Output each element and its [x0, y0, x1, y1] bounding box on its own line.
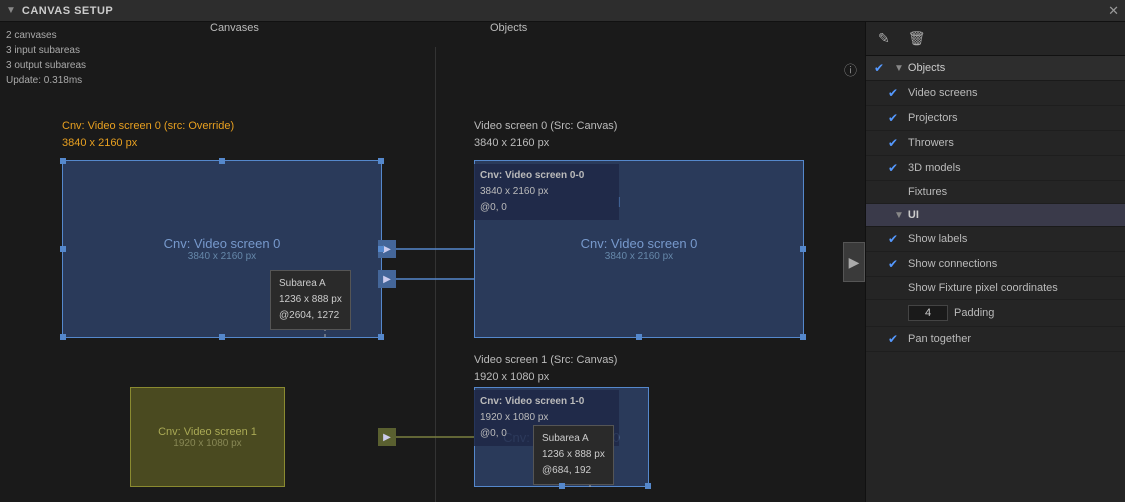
obj-video1-label: Video screen 1 (Src: Canvas) 1920 x 1080… — [474, 352, 617, 385]
stat-canvases: 2 canvases — [6, 28, 86, 43]
delete-icon-btn[interactable]: 🗑 — [904, 28, 930, 49]
obj1-resize-bc[interactable] — [559, 483, 565, 489]
subarea-pos-right: @684, 192 — [542, 463, 605, 479]
obj1-resize-br[interactable] — [645, 483, 651, 489]
3d-models-label: 3D models — [908, 162, 961, 174]
resize-handle-tc[interactable] — [219, 158, 225, 164]
3d-models-check: ✔ — [888, 161, 902, 175]
subarea-pos-left: @2604, 1272 — [279, 308, 342, 324]
padding-label: Padding — [954, 307, 994, 319]
ui-chevron-icon: ▼ — [894, 210, 904, 221]
titlebar: ▼ CANVAS SETUP ✕ — [0, 0, 1125, 22]
fixtures-label: Fixtures — [908, 186, 947, 198]
panel-divider — [435, 47, 436, 502]
stat-output: 3 output subareas — [6, 58, 86, 73]
resize-handle-ml[interactable] — [60, 246, 66, 252]
sidebar-item-projectors[interactable]: ✔ Projectors — [866, 106, 1125, 131]
arrow-right-0b: ▶ — [378, 270, 396, 288]
stats-overlay: 2 canvases 3 input subareas 3 output sub… — [6, 28, 86, 88]
objects-section-label: Objects — [908, 62, 1117, 74]
objects-section-header[interactable]: ✔ ▼ Objects — [866, 56, 1125, 81]
obj0-center-text: Cnv: Video screen 0 — [581, 236, 698, 251]
resize-handle-bc[interactable] — [219, 334, 225, 340]
obj0-resize-mr[interactable] — [800, 246, 806, 252]
subarea-size-left: 1236 x 888 px — [279, 292, 342, 308]
throwers-check: ✔ — [888, 136, 902, 150]
padding-input[interactable] — [908, 305, 948, 321]
sidebar-item-throwers[interactable]: ✔ Throwers — [866, 131, 1125, 156]
subarea-size-right: 1236 x 888 px — [542, 447, 605, 463]
subarea-title-left: Subarea A — [279, 276, 342, 292]
obj-video0-label: Video screen 0 (Src: Canvas) 3840 x 2160… — [474, 118, 617, 151]
canvas0-left-label: Cnv: Video screen 0 (src: Override) 3840… — [62, 118, 234, 151]
sidebar-item-3d-models[interactable]: ✔ 3D models — [866, 156, 1125, 181]
sidebar-item-pan-together[interactable]: ✔ Pan together — [866, 327, 1125, 352]
canvas0-center-sub: 3840 x 2160 px — [164, 251, 281, 262]
collapse-button[interactable]: ▶ — [843, 242, 865, 282]
edit-icon-btn[interactable]: ✎ — [874, 28, 894, 49]
close-icon[interactable]: ✕ — [1108, 3, 1119, 19]
objects-checkmark: ✔ — [874, 61, 888, 75]
objects-chevron-icon: ▼ — [894, 63, 904, 74]
canvas0-center-text: Cnv: Video screen 0 — [164, 236, 281, 251]
canvas1-left-box[interactable]: Cnv: Video screen 1 1920 x 1080 px — [130, 387, 285, 487]
info-button[interactable]: ⓘ — [844, 60, 857, 79]
projectors-check: ✔ — [888, 111, 902, 125]
projectors-label: Projectors — [908, 112, 958, 124]
sidebar-item-show-labels[interactable]: ✔ Show labels — [866, 227, 1125, 252]
obj0-resize-br[interactable] — [800, 334, 806, 340]
show-connections-check: ✔ — [888, 257, 902, 271]
show-fixture-coords-label: Show Fixture pixel coordinates — [908, 282, 1058, 294]
right-panel: ✎ 🗑 ✔ ▼ Objects ✔ Video screens ✔ — [865, 22, 1125, 502]
resize-handle-br[interactable] — [378, 334, 384, 340]
pan-together-check: ✔ — [888, 332, 902, 346]
stat-update: Update: 0.318ms — [6, 73, 86, 88]
ui-section-header[interactable]: ▼ UI — [866, 204, 1125, 227]
resize-handle-tl[interactable] — [60, 158, 66, 164]
ui-section-label: UI — [908, 209, 1117, 221]
pan-together-label: Pan together — [908, 333, 971, 345]
subarea-popup-right: Subarea A 1236 x 888 px @684, 192 — [533, 425, 614, 485]
obj0-resize-bc[interactable] — [636, 334, 642, 340]
canvas-area[interactable]: 2 canvases 3 input subareas 3 output sub… — [0, 22, 865, 502]
show-labels-label: Show labels — [908, 233, 967, 245]
stat-input: 3 input subareas — [6, 43, 86, 58]
subarea-popup-left: Subarea A 1236 x 888 px @2604, 1272 — [270, 270, 351, 330]
video-screens-check: ✔ — [888, 86, 902, 100]
titlebar-chevron-icon: ▼ — [6, 5, 16, 16]
canvas1-center-text: Cnv: Video screen 1 — [158, 426, 257, 438]
resize-handle-bl[interactable] — [60, 334, 66, 340]
main-content: 2 canvases 3 input subareas 3 output sub… — [0, 22, 1125, 502]
show-connections-label: Show connections — [908, 258, 997, 270]
show-labels-check: ✔ — [888, 232, 902, 246]
col-canvases-header: Canvases — [210, 22, 259, 34]
resize-handle-tr[interactable] — [378, 158, 384, 164]
obj0-center-sub: 3840 x 2160 px — [581, 251, 698, 262]
arrow-right-1: ▶ — [378, 428, 396, 446]
col-objects-header: Objects — [490, 22, 527, 34]
resize-handle-mr[interactable] — [378, 246, 384, 252]
titlebar-title: CANVAS SETUP — [22, 5, 1108, 17]
sidebar-item-fixtures[interactable]: Fixtures — [866, 181, 1125, 204]
right-toolbar: ✎ 🗑 — [866, 22, 1125, 56]
canvas1-center-sub: 1920 x 1080 px — [158, 438, 257, 449]
sidebar-item-show-fixture-coords[interactable]: Show Fixture pixel coordinates — [866, 277, 1125, 300]
video-screens-label: Video screens — [908, 87, 978, 99]
sidebar-item-show-connections[interactable]: ✔ Show connections — [866, 252, 1125, 277]
throwers-label: Throwers — [908, 137, 954, 149]
subarea-title-right: Subarea A — [542, 431, 605, 447]
obj-video0-inner: Cnv: Video screen 0-0 3840 x 2160 px @0,… — [474, 164, 619, 220]
padding-row: Padding — [866, 300, 1125, 327]
right-panel-list: ✔ ▼ Objects ✔ Video screens ✔ Projectors… — [866, 56, 1125, 502]
sidebar-item-video-screens[interactable]: ✔ Video screens — [866, 81, 1125, 106]
